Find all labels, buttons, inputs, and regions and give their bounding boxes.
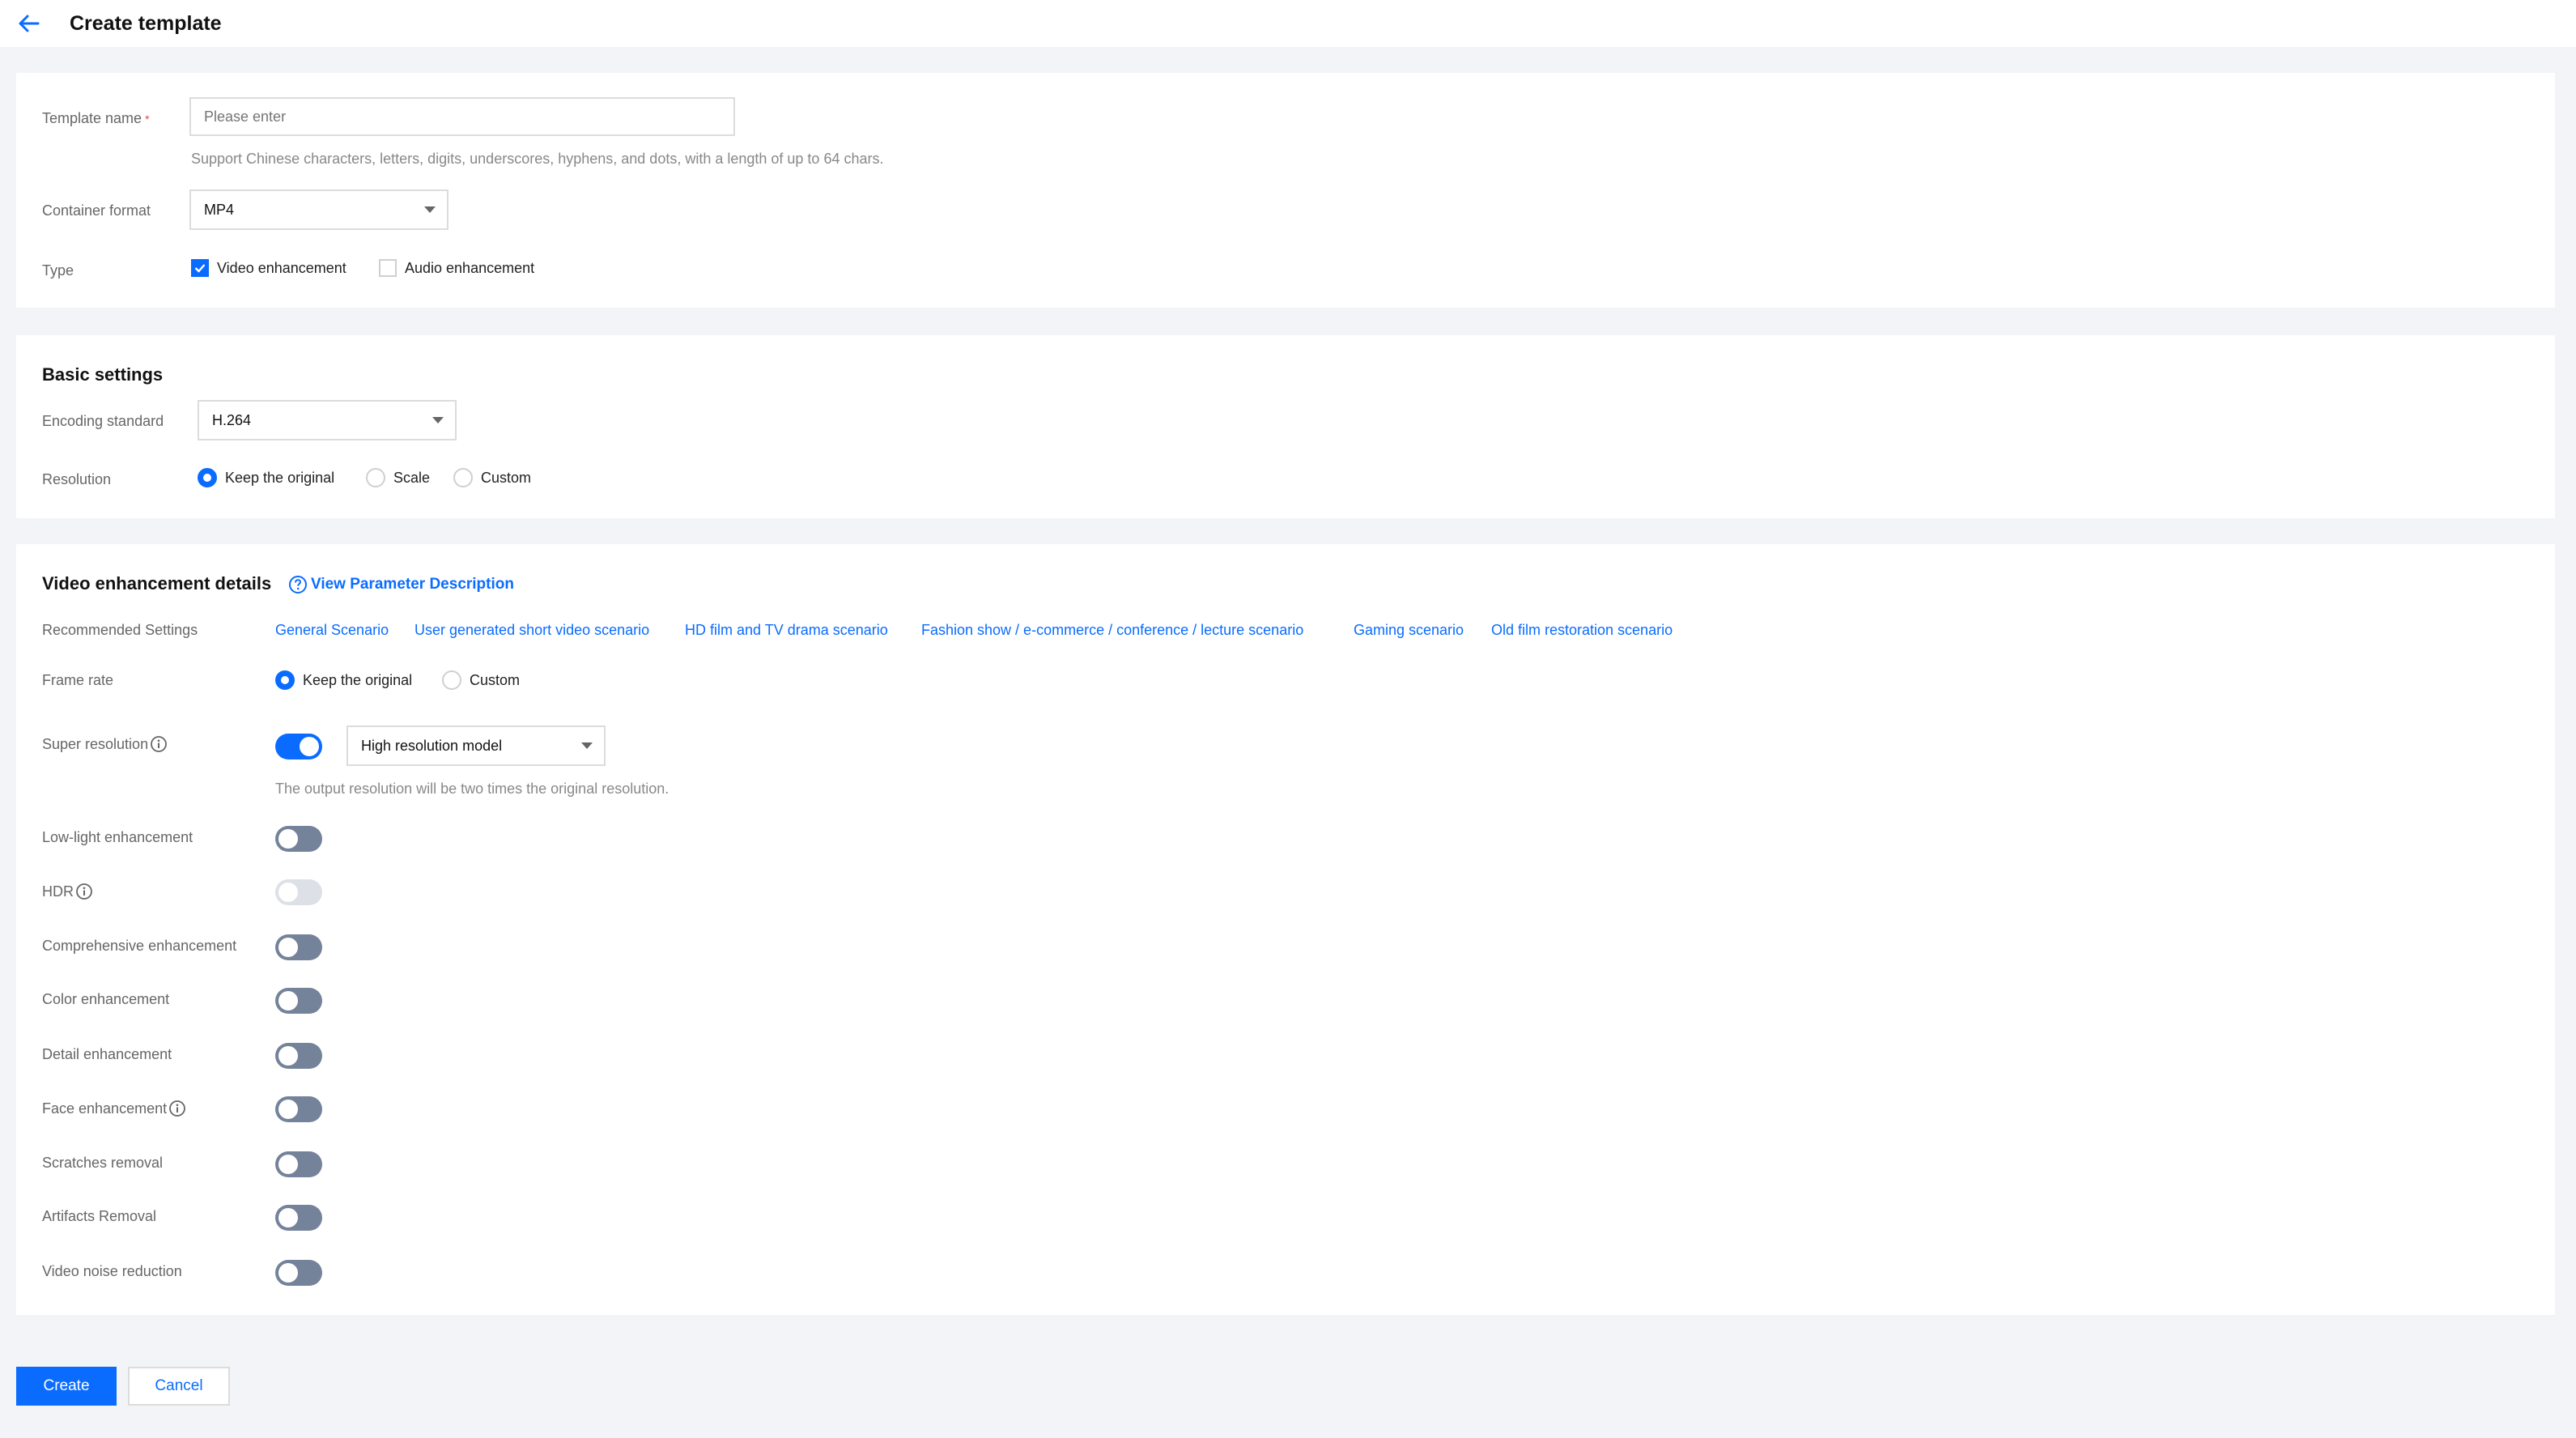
resolution-custom-radio[interactable] — [453, 468, 473, 487]
detail-enhancement-label: Detail enhancement — [42, 1046, 172, 1062]
template-name-label: Template name * — [42, 110, 150, 126]
color-enhancement-label: Color enhancement — [42, 991, 170, 1007]
frame-rate-custom-radio[interactable] — [442, 670, 461, 690]
scenario-gaming-link[interactable]: Gaming scenario — [1354, 622, 1464, 639]
scenario-old-film-restoration-link[interactable]: Old film restoration scenario — [1491, 622, 1673, 639]
resolution-label: Resolution — [42, 471, 112, 487]
video-enhancement-card: Video enhancement details View Parameter… — [16, 544, 2555, 1315]
toggle-knob — [278, 829, 298, 849]
audio-enhancement-checkbox[interactable] — [379, 259, 397, 277]
comprehensive-enhancement-toggle[interactable] — [275, 934, 322, 960]
page-title: Create template — [70, 11, 222, 35]
arrow-left-icon — [19, 15, 40, 32]
toggle-knob — [278, 1046, 298, 1066]
scenario-hd-film-tv-link[interactable]: HD film and TV drama scenario — [685, 622, 888, 639]
frame-rate-keep-original-option[interactable]: Keep the original — [275, 670, 412, 690]
resolution-keep-original-option[interactable]: Keep the original — [198, 468, 334, 487]
resolution-scale-radio[interactable] — [366, 468, 385, 487]
super-resolution-label: Super resolution — [42, 735, 168, 753]
caret-down-icon — [424, 206, 436, 213]
frame-rate-custom-option[interactable]: Custom — [442, 670, 520, 690]
required-mark: * — [145, 112, 150, 126]
artifacts-removal-label: Artifacts Removal — [42, 1208, 157, 1224]
toggle-knob — [278, 1155, 298, 1174]
template-name-input[interactable] — [189, 97, 735, 136]
video-enhancement-title: Video enhancement details — [42, 573, 272, 593]
type-video-enhancement-option[interactable]: Video enhancement — [191, 259, 346, 277]
low-light-enhancement-toggle[interactable] — [275, 826, 322, 852]
toggle-knob — [278, 1100, 298, 1119]
hdr-label: HDR — [42, 883, 93, 900]
caret-down-icon — [432, 417, 444, 423]
face-enhancement-toggle[interactable] — [275, 1096, 322, 1122]
super-resolution-hint: The output resolution will be two times … — [275, 781, 670, 797]
scenario-ugc-short-video-link[interactable]: User generated short video scenario — [414, 622, 649, 639]
video-enhancement-checkbox[interactable] — [191, 259, 209, 277]
toggle-knob — [278, 883, 298, 902]
super-resolution-model-select[interactable]: High resolution model — [346, 725, 606, 766]
toggle-knob — [300, 737, 319, 756]
encoding-standard-label: Encoding standard — [42, 413, 164, 429]
cancel-button[interactable]: Cancel — [128, 1367, 230, 1406]
basic-settings-title: Basic settings — [42, 364, 164, 385]
resolution-scale-option[interactable]: Scale — [366, 468, 430, 487]
comprehensive-enhancement-label: Comprehensive enhancement — [42, 938, 237, 954]
scenario-fashion-ecommerce-link[interactable]: Fashion show / e-commerce / conference /… — [921, 622, 1303, 639]
basic-settings-card: Basic settings Encoding standard H.264 R… — [16, 335, 2555, 518]
type-label: Type — [42, 262, 74, 279]
encoding-standard-value: H.264 — [212, 411, 252, 428]
frame-rate-label: Frame rate — [42, 672, 114, 688]
question-circle-icon — [289, 576, 307, 593]
template-name-hint: Support Chinese characters, letters, dig… — [191, 151, 884, 167]
frame-rate-keep-original-radio[interactable] — [275, 670, 295, 690]
low-light-enhancement-label: Low-light enhancement — [42, 829, 193, 845]
face-enhancement-label: Face enhancement — [42, 1100, 186, 1117]
super-resolution-toggle[interactable] — [275, 734, 322, 759]
create-button[interactable]: Create — [16, 1367, 117, 1406]
caret-down-icon — [581, 742, 593, 749]
detail-enhancement-toggle[interactable] — [275, 1043, 322, 1069]
container-format-label: Container format — [42, 202, 151, 219]
video-enhancement-label: Video enhancement — [217, 259, 346, 276]
resolution-keep-original-radio[interactable] — [198, 468, 217, 487]
super-resolution-model-value: High resolution model — [361, 737, 503, 754]
toggle-knob — [278, 991, 298, 1010]
info-circle-icon[interactable] — [150, 735, 168, 753]
toggle-knob — [278, 938, 298, 957]
color-enhancement-toggle[interactable] — [275, 988, 322, 1014]
scenario-general-link[interactable]: General Scenario — [275, 622, 389, 639]
resolution-custom-option[interactable]: Custom — [453, 468, 531, 487]
general-settings-card: Template name* Support Chinese character… — [16, 73, 2555, 308]
container-format-value: MP4 — [204, 201, 235, 218]
toggle-knob — [278, 1208, 298, 1227]
video-noise-reduction-toggle[interactable] — [275, 1260, 322, 1286]
info-circle-icon[interactable] — [75, 883, 93, 900]
recommended-settings-label: Recommended Settings — [42, 622, 198, 638]
hdr-toggle — [275, 879, 322, 905]
back-button[interactable] — [13, 7, 45, 40]
scratches-removal-toggle[interactable] — [275, 1151, 322, 1177]
toggle-knob — [278, 1263, 298, 1283]
encoding-standard-select[interactable]: H.264 — [198, 400, 457, 440]
artifacts-removal-toggle[interactable] — [275, 1205, 322, 1231]
top-bar: Create template — [0, 0, 2576, 47]
type-audio-enhancement-option[interactable]: Audio enhancement — [379, 259, 534, 277]
check-icon — [194, 264, 206, 273]
container-format-select[interactable]: MP4 — [189, 189, 448, 230]
video-noise-reduction-label: Video noise reduction — [42, 1263, 182, 1279]
scratches-removal-label: Scratches removal — [42, 1155, 164, 1171]
audio-enhancement-label: Audio enhancement — [405, 259, 535, 276]
info-circle-icon[interactable] — [168, 1100, 186, 1117]
view-parameter-description-link[interactable]: View Parameter Description — [288, 575, 514, 594]
